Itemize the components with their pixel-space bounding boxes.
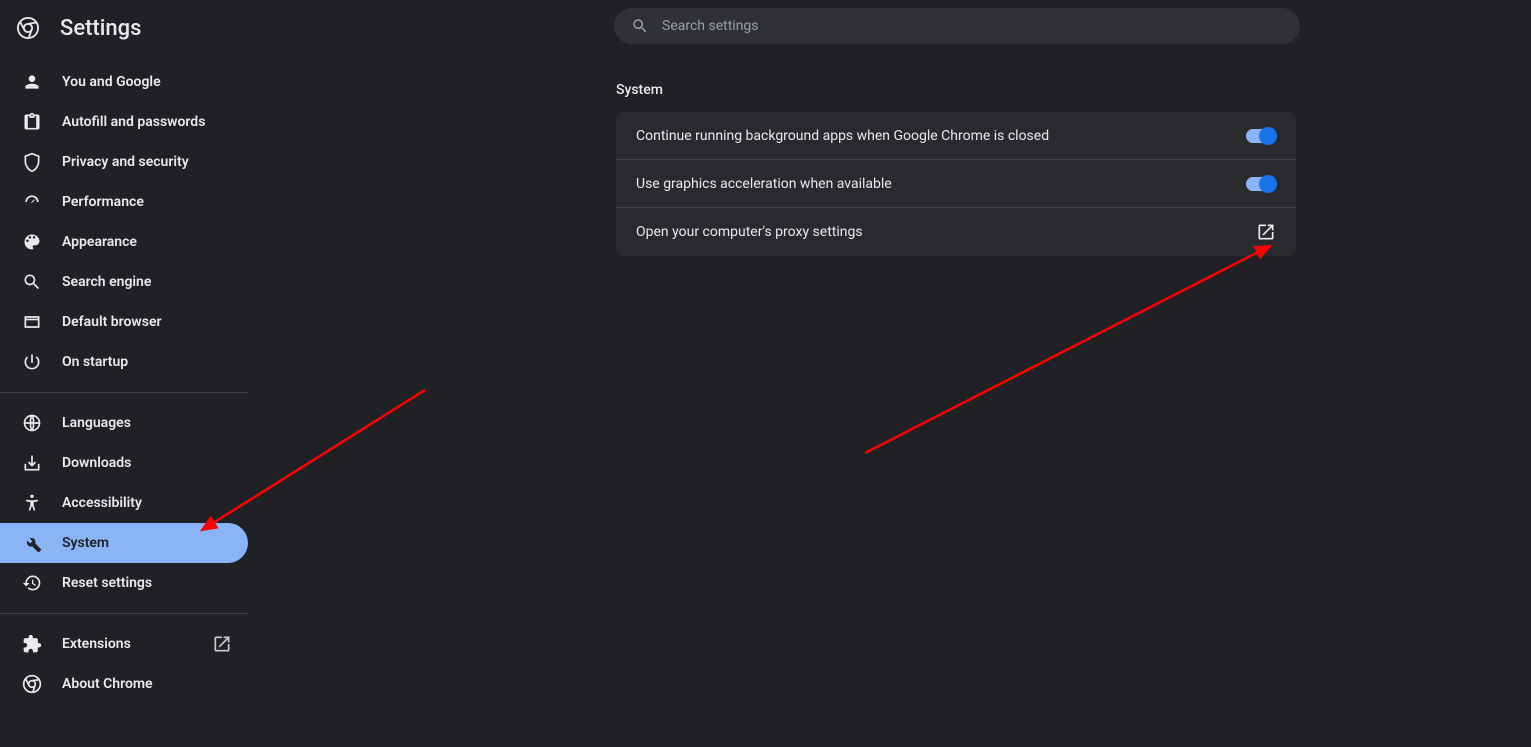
puzzle-icon bbox=[22, 634, 42, 654]
sidebar-item-label: Accessibility bbox=[62, 495, 248, 511]
settings-card: Continue running background apps when Go… bbox=[616, 112, 1296, 256]
sidebar-item-label: You and Google bbox=[62, 74, 248, 90]
shield-icon bbox=[22, 152, 42, 172]
sidebar-item-privacy[interactable]: Privacy and security bbox=[0, 142, 248, 182]
globe-icon bbox=[22, 413, 42, 433]
open-external-icon bbox=[212, 634, 232, 654]
person-icon bbox=[22, 72, 42, 92]
sidebar-item-search[interactable]: Search engine bbox=[0, 262, 248, 302]
search-input[interactable]: Search settings bbox=[614, 8, 1300, 44]
sidebar-item-performance[interactable]: Performance bbox=[0, 182, 248, 222]
sidebar-item-startup[interactable]: On startup bbox=[0, 342, 248, 382]
setting-label: Open your computer's proxy settings bbox=[636, 224, 863, 240]
search-icon bbox=[630, 16, 650, 36]
sidebar-item-label: Performance bbox=[62, 194, 248, 210]
chrome-icon bbox=[22, 674, 42, 694]
sidebar-item-label: Default browser bbox=[62, 314, 248, 330]
palette-icon bbox=[22, 232, 42, 252]
sidebar-item-label: Reset settings bbox=[62, 575, 248, 591]
sidebar-item-system[interactable]: System bbox=[0, 523, 248, 563]
sidebar-item-default[interactable]: Default browser bbox=[0, 302, 248, 342]
sidebar-item-label: Downloads bbox=[62, 455, 248, 471]
sidebar-item-label: On startup bbox=[62, 354, 248, 370]
accessibility-icon bbox=[22, 493, 42, 513]
sidebar-item-you[interactable]: You and Google bbox=[0, 62, 248, 102]
clipboard-icon bbox=[22, 112, 42, 132]
toggle-switch[interactable] bbox=[1246, 177, 1276, 191]
sidebar-item-downloads[interactable]: Downloads bbox=[0, 443, 248, 483]
settings-row[interactable]: Open your computer's proxy settings bbox=[616, 208, 1296, 256]
sidebar-item-label: Search engine bbox=[62, 274, 248, 290]
chrome-logo bbox=[0, 17, 56, 39]
settings-row: Continue running background apps when Go… bbox=[616, 112, 1296, 160]
sidebar-item-accessibility[interactable]: Accessibility bbox=[0, 483, 248, 523]
setting-label: Continue running background apps when Go… bbox=[636, 128, 1049, 144]
sidebar-item-label: Extensions bbox=[62, 636, 192, 652]
wrench-icon bbox=[22, 533, 42, 553]
sidebar: You and Google Autofill and passwords Priv… bbox=[0, 56, 248, 747]
sidebar-item-languages[interactable]: Languages bbox=[0, 403, 248, 443]
sidebar-item-autofill[interactable]: Autofill and passwords bbox=[0, 102, 248, 142]
sidebar-item-label: Privacy and security bbox=[62, 154, 248, 170]
sidebar-item-reset[interactable]: Reset settings bbox=[0, 563, 248, 603]
settings-row: Use graphics acceleration when available bbox=[616, 160, 1296, 208]
sidebar-item-label: Autofill and passwords bbox=[62, 114, 248, 130]
download-icon bbox=[22, 453, 42, 473]
section-title: System bbox=[616, 82, 1296, 98]
open-external-icon bbox=[1256, 222, 1276, 242]
main-content: System Continue running background apps … bbox=[248, 56, 1531, 747]
sidebar-item-about[interactable]: About Chrome bbox=[0, 664, 248, 704]
toggle-switch[interactable] bbox=[1246, 129, 1276, 143]
browser-icon bbox=[22, 312, 42, 332]
page-title: Settings bbox=[60, 16, 141, 41]
sidebar-item-label: Languages bbox=[62, 415, 248, 431]
setting-label: Use graphics acceleration when available bbox=[636, 176, 892, 192]
search-placeholder: Search settings bbox=[662, 18, 759, 34]
search-icon bbox=[22, 272, 42, 292]
sidebar-item-appearance[interactable]: Appearance bbox=[0, 222, 248, 262]
history-icon bbox=[22, 573, 42, 593]
sidebar-item-label: System bbox=[62, 535, 248, 551]
sidebar-item-label: Appearance bbox=[62, 234, 248, 250]
sidebar-item-extensions[interactable]: Extensions bbox=[0, 624, 248, 664]
sidebar-item-label: About Chrome bbox=[62, 676, 248, 692]
power-icon bbox=[22, 352, 42, 372]
speed-icon bbox=[22, 192, 42, 212]
